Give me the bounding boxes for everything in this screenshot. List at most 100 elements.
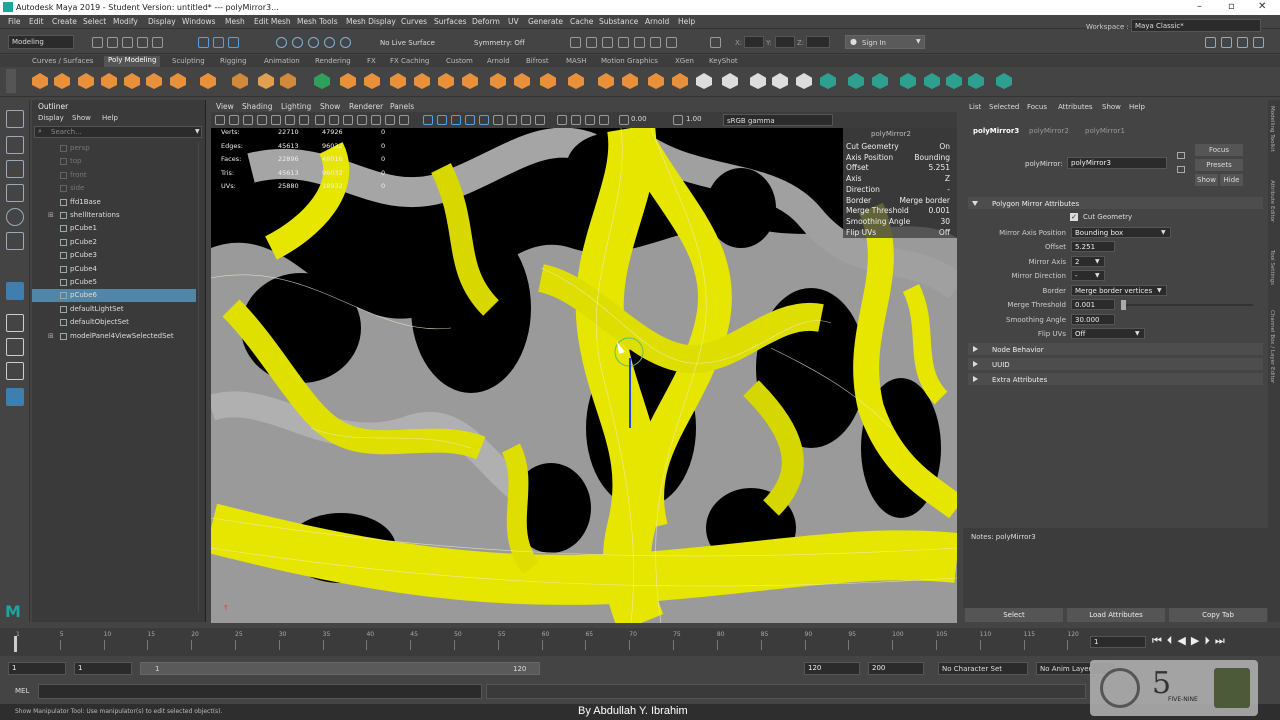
viewport-menu-panels[interactable]: Panels xyxy=(390,102,414,111)
viewport-menu-renderer[interactable]: Renderer xyxy=(349,102,383,111)
minimize-icon[interactable]: – xyxy=(1197,1,1202,12)
ae-select-button[interactable]: Select xyxy=(965,608,1063,622)
outliner-item-pcube2[interactable]: pCube2 xyxy=(32,236,196,249)
shelf-smooth-icon[interactable] xyxy=(390,73,406,89)
shelf-tab-xgen[interactable]: XGen xyxy=(675,57,694,65)
outliner-item-defaultobjectset[interactable]: defaultObjectSet xyxy=(32,316,196,329)
outliner-item-side[interactable]: side xyxy=(32,182,196,195)
select-component-icon[interactable] xyxy=(228,37,239,48)
z-field[interactable] xyxy=(806,36,830,48)
viewport-select-camera-icon[interactable] xyxy=(215,115,225,125)
polygon-mirror-section-header[interactable]: Polygon Mirror Attributes xyxy=(968,197,1263,209)
focus-arrow-icon[interactable] xyxy=(1177,152,1185,159)
viewport-shadows-icon[interactable] xyxy=(493,115,503,125)
shelf-sphere-icon[interactable] xyxy=(32,73,48,89)
menu-edit-mesh[interactable]: Edit Mesh xyxy=(254,17,291,26)
shelf-cube-icon[interactable] xyxy=(54,73,70,89)
menu-mesh-tools[interactable]: Mesh Tools xyxy=(297,17,338,26)
slider-handle[interactable] xyxy=(1121,300,1126,310)
live-surface-label[interactable]: No Live Surface xyxy=(380,39,435,47)
channel-row-axis-position[interactable]: Axis Position Bounding xyxy=(846,153,954,164)
ae-section-node-behavior[interactable]: Node Behavior xyxy=(968,343,1263,355)
outliner-item-persp[interactable]: persp xyxy=(32,142,196,155)
snap-grid-icon[interactable] xyxy=(276,37,287,48)
shelf-text-icon[interactable] xyxy=(258,73,274,89)
ipr-render-icon[interactable] xyxy=(602,37,613,48)
channel-value[interactable]: 30 xyxy=(940,217,950,226)
shelf-tab-rendering[interactable]: Rendering xyxy=(315,57,351,65)
gamma-field[interactable]: 1.00 xyxy=(686,115,702,123)
channel-row-border[interactable]: Border Merge border xyxy=(846,196,954,207)
channel-value[interactable]: - xyxy=(947,185,950,194)
cut-geometry-checkbox[interactable]: ✓ xyxy=(1070,213,1078,221)
anim-start-field[interactable]: 1 xyxy=(8,662,66,675)
viewport-default-material-icon[interactable] xyxy=(451,115,461,125)
ae-offset-field[interactable]: 5.251 xyxy=(1071,241,1115,252)
ae-menu-focus[interactable]: Focus xyxy=(1027,103,1047,111)
menu-edit[interactable]: Edit xyxy=(29,17,44,26)
viewport-2d-pan-zoom-icon[interactable] xyxy=(285,115,295,125)
x-field[interactable] xyxy=(744,36,764,48)
select-object-icon[interactable] xyxy=(213,37,224,48)
playback-controls[interactable]: ⏮⏴◀▶⏵⏭ xyxy=(1152,634,1230,648)
four-view-icon[interactable] xyxy=(6,338,24,356)
ae-mirror-axis-position-dropdown[interactable]: Bounding box xyxy=(1071,227,1171,238)
search-options-icon[interactable]: ▼ xyxy=(195,128,200,135)
shelf-gear-icon[interactable] xyxy=(6,69,16,93)
viewport-xray-joints-icon[interactable] xyxy=(585,115,595,125)
outliner-item-shelliterations[interactable]: ⊞ shellIterations xyxy=(32,209,196,222)
scale-tool-icon[interactable] xyxy=(6,232,24,250)
ae-menu-attributes[interactable]: Attributes xyxy=(1058,103,1093,111)
shelf-mirror-icon[interactable] xyxy=(490,73,506,89)
shelf-fill-hole-icon[interactable] xyxy=(514,73,530,89)
ae-copy-tab-button[interactable]: Copy Tab xyxy=(1169,608,1267,622)
new-scene-icon[interactable] xyxy=(92,37,103,48)
viewport-wireframe-icon[interactable] xyxy=(423,115,433,125)
viewport-gamma-icon[interactable] xyxy=(673,115,683,125)
shelf-append-icon[interactable] xyxy=(622,73,638,89)
maya-m-icon[interactable]: M xyxy=(5,602,25,621)
maximize-icon[interactable]: ▫ xyxy=(1228,1,1235,12)
outliner-item-pcube5[interactable]: pCube5 xyxy=(32,276,196,289)
ae-section-uuid[interactable]: UUID xyxy=(968,358,1263,370)
shelf-tab-custom[interactable]: Custom xyxy=(446,57,473,65)
node-name-field[interactable]: polyMirror3 xyxy=(1067,157,1167,169)
shelf-uv-sew-icon[interactable] xyxy=(900,73,916,89)
shelf-target-weld-icon[interactable] xyxy=(672,73,688,89)
presets-button[interactable]: Presets xyxy=(1195,159,1243,171)
undo-icon[interactable] xyxy=(137,37,148,48)
redo-icon[interactable] xyxy=(152,37,163,48)
mel-label[interactable]: MEL xyxy=(15,687,29,695)
shelf-merge-icon[interactable] xyxy=(648,73,664,89)
menu-display[interactable]: Display xyxy=(148,17,176,26)
viewport-film-gate-icon[interactable] xyxy=(329,115,339,125)
menu-file[interactable]: File xyxy=(8,17,21,26)
shelf-freeze-icon[interactable] xyxy=(996,73,1012,89)
viewport-field-chart-icon[interactable] xyxy=(371,115,381,125)
shelf-uv-layout-icon[interactable] xyxy=(848,73,864,89)
shelf-separate-icon[interactable] xyxy=(364,73,380,89)
y-field[interactable] xyxy=(775,36,795,48)
menu-substance[interactable]: Substance xyxy=(599,17,638,26)
shelf-tab-poly-modeling[interactable]: Poly Modeling xyxy=(104,56,161,67)
menu-curves[interactable]: Curves xyxy=(401,17,427,26)
viewport-textured-icon[interactable] xyxy=(465,115,475,125)
ae-load-attributes-button[interactable]: Load Attributes xyxy=(1067,608,1165,622)
paint-select-icon[interactable] xyxy=(6,160,24,178)
ae-border-dropdown[interactable]: Merge border vertices xyxy=(1071,285,1167,296)
shelf-delete-history-icon[interactable] xyxy=(946,73,962,89)
time-slider[interactable]: 1 5 10 15 20 25 30 35 40 45 50 55 60 65 70 75 80 85 90 95 10… xyxy=(0,628,1280,656)
shelf-platonic-icon[interactable] xyxy=(200,73,216,89)
shelf-tab-keyshot[interactable]: KeyShot xyxy=(709,57,738,65)
ae-tab-polymirror2[interactable]: polyMirror2 xyxy=(1029,127,1069,135)
show-button[interactable]: Show xyxy=(1195,174,1218,186)
viewport-smooth-shade-icon[interactable] xyxy=(437,115,447,125)
channel-row-merge-threshold[interactable]: Merge Threshold 0.001 xyxy=(846,206,954,217)
channel-value[interactable]: 5.251 xyxy=(929,163,950,172)
modeling-toolkit-icon[interactable] xyxy=(1205,37,1216,48)
shelf-uv-cut-icon[interactable] xyxy=(872,73,888,89)
shelf-bool-diff-icon[interactable] xyxy=(438,73,454,89)
channel-row-smoothing-angle[interactable]: Smoothing Angle 30 xyxy=(846,217,954,228)
outliner-item-pcube4[interactable]: pCube4 xyxy=(32,263,196,276)
viewport-grease-pencil-icon[interactable] xyxy=(299,115,309,125)
